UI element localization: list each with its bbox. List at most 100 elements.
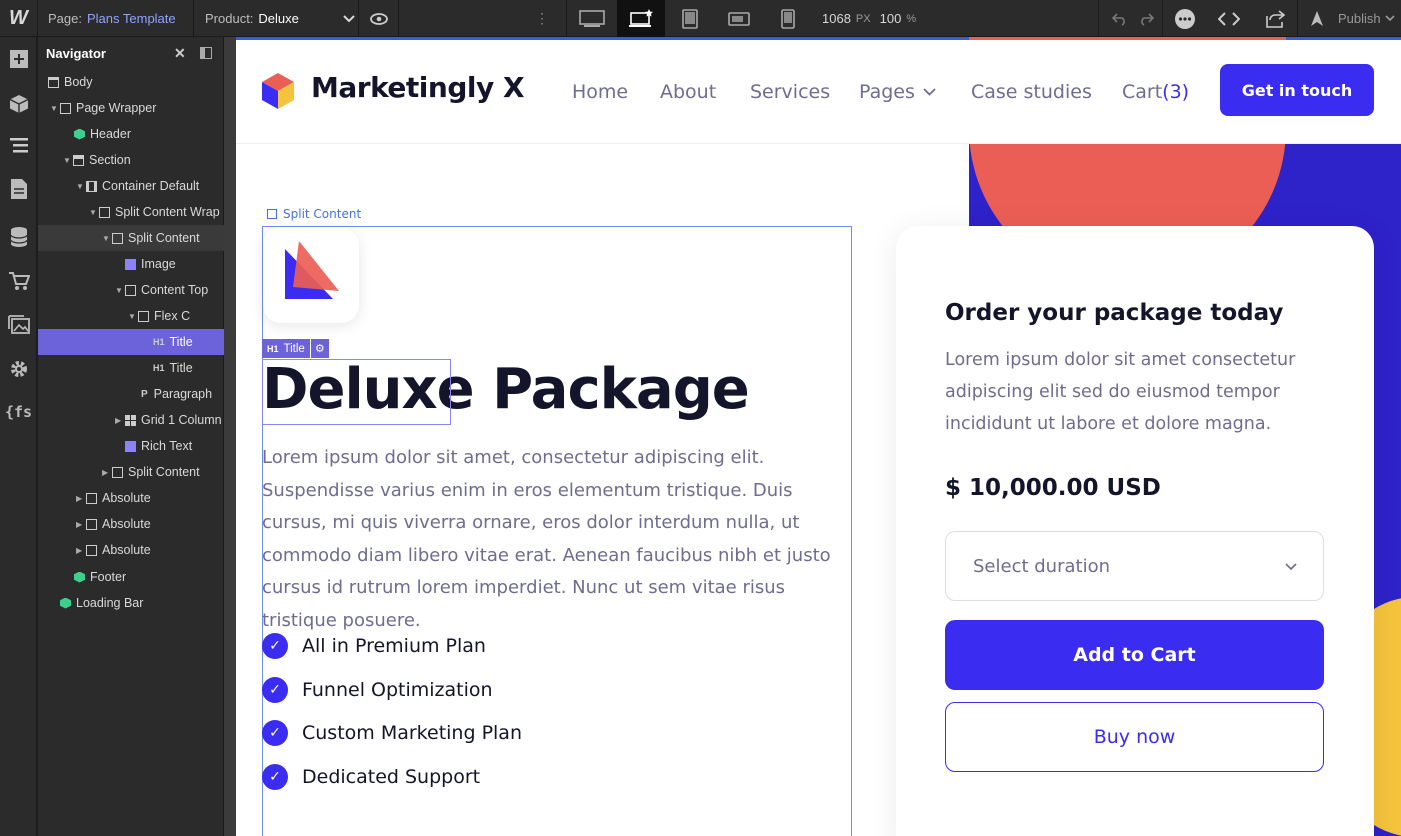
nav-link-services[interactable]: Services [750,81,830,103]
nav-item-header[interactable]: Header [38,121,224,147]
add-to-cart-button[interactable]: Add to Cart [945,620,1324,690]
get-in-touch-button[interactable]: Get in touch [1220,64,1374,116]
nav-item-title-selected[interactable]: H1 Title [38,329,224,355]
nav-item-paragraph[interactable]: P Paragraph [38,381,224,407]
product-image[interactable] [263,227,359,323]
pages-icon[interactable] [0,171,37,207]
divider [1162,0,1163,37]
element-settings-gear-icon[interactable]: ⚙ [310,339,329,358]
add-panel-icon[interactable] [0,41,37,77]
caret-right-icon[interactable]: ▶ [76,546,86,555]
nav-item-grid-1-column[interactable]: ▶ Grid 1 Column [38,407,224,433]
nav-item-label: Footer [90,570,127,584]
nav-item-title[interactable]: H1 Title [38,355,224,381]
nav-item-absolute[interactable]: ▶ Absolute [38,537,224,563]
buy-now-button[interactable]: Buy now [945,702,1324,772]
code-export-icon[interactable] [1212,0,1246,37]
caret-down-icon[interactable]: ▼ [128,312,138,321]
device-desktop-large-icon[interactable] [567,0,617,37]
caret-down-icon[interactable]: ▼ [89,208,99,217]
nav-item-body[interactable]: Body [38,69,224,95]
dock-panel-icon[interactable] [200,47,212,59]
nav-item-split-content-2[interactable]: ▶ Split Content [38,459,224,485]
caret-right-icon[interactable]: ▶ [76,494,86,503]
nav-link-home[interactable]: Home [572,81,628,103]
preview-eye-icon[interactable] [362,0,396,37]
nav-item-section[interactable]: ▼ Section [38,147,224,173]
brand-name[interactable]: Marketingly X [311,71,525,104]
nav-item-image[interactable]: Image [38,251,224,277]
canvas-width-value: 1068 [822,11,851,26]
nav-item-loading-bar[interactable]: Loading Bar [38,590,224,616]
site-header: Marketingly X Home About Services Pages … [236,40,1401,144]
nav-item-footer[interactable]: Footer [38,564,224,590]
nav-item-label: Grid 1 Column [141,413,222,427]
nav-item-rich-text[interactable]: Rich Text [38,433,224,459]
undo-icon[interactable] [1108,0,1132,37]
publish-button[interactable]: Publish [1308,0,1395,37]
product-price: $ 10,000.00 USD [945,475,1161,501]
zoom-value: 100 [879,11,902,26]
cms-database-icon[interactable] [0,219,37,255]
chevron-down-icon [1285,563,1297,571]
brand-logo-icon[interactable] [262,73,294,109]
caret-down-icon[interactable]: ▼ [63,156,73,165]
settings-gear-icon[interactable] [0,351,37,387]
nav-item-absolute[interactable]: ▶ Absolute [38,511,224,537]
check-circle-icon: ✓ [262,720,288,746]
webflow-logo-icon[interactable]: W [0,0,37,37]
nav-link-cart[interactable]: Cart(3) [1122,81,1189,103]
product-title-word[interactable]: Package [492,357,750,422]
heading-h1-icon: H1 [267,343,279,354]
design-canvas[interactable]: Marketingly X Home About Services Pages … [236,37,1401,836]
navigator-icon[interactable] [0,128,37,164]
product-selector[interactable]: Product: Deluxe [205,0,355,37]
caret-right-icon[interactable]: ▶ [76,520,86,529]
more-vertical-icon[interactable]: ⋮ [534,0,550,37]
nav-item-absolute[interactable]: ▶ Absolute [38,485,224,511]
caret-down-icon[interactable]: ▼ [115,286,125,295]
close-icon[interactable]: ✕ [174,45,186,62]
caret-right-icon[interactable]: ▶ [102,468,112,477]
nav-item-container-default[interactable]: ▼ Container Default [38,173,224,199]
nav-item-label: Split Content [128,465,200,479]
device-tablet-icon[interactable] [665,0,715,37]
nav-item-content-top[interactable]: ▼ Content Top [38,277,224,303]
finsweet-fs-icon[interactable]: {fs [0,394,37,430]
nav-item-split-content[interactable]: ▼ Split Content [38,225,224,251]
paragraph-icon: P [141,388,148,400]
ecommerce-cart-icon[interactable] [0,263,37,299]
component-icon [60,597,71,609]
divider [358,0,359,37]
nav-item-page-wrapper[interactable]: ▼ Page Wrapper [38,95,224,121]
nav-item-flex-c[interactable]: ▼ Flex C [38,303,224,329]
caret-down-icon[interactable]: ▼ [102,234,112,243]
device-mobile-portrait-icon[interactable] [763,0,813,37]
nav-link-case-studies[interactable]: Case studies [971,81,1092,103]
caret-down-icon[interactable]: ▼ [50,104,60,113]
caret-down-icon[interactable]: ▼ [76,182,86,191]
divider [398,0,399,37]
selected-element-tag[interactable]: H1 Title ⚙ [262,339,329,358]
canvas-width-unit: PX [855,12,871,25]
nav-item-label: Content Top [141,283,209,297]
more-options-icon[interactable] [1168,0,1202,37]
caret-right-icon[interactable]: ▶ [115,416,125,425]
navigator-panel: Navigator ✕ Body ▼ Page Wrapper Header ▼ S… [38,37,224,836]
share-icon[interactable] [1258,0,1292,37]
nav-dropdown-pages[interactable]: Pages [859,81,936,103]
assets-icon[interactable] [0,307,37,343]
nav-item-split-content-wrap[interactable]: ▼ Split Content Wrap [38,199,224,225]
navigator-title: Navigator [46,45,106,61]
element-box-icon [86,492,97,504]
element-box-icon [112,466,123,478]
duration-select[interactable]: Select duration [945,531,1324,601]
page-selector[interactable]: Page: Plans Template [48,0,176,37]
nav-link-about[interactable]: About [660,81,716,103]
redo-icon[interactable] [1134,0,1158,37]
symbols-cube-icon[interactable] [0,86,37,122]
device-desktop-base-icon[interactable] [617,0,665,37]
nav-item-label: Absolute [102,517,151,531]
zoom-unit: % [906,12,917,25]
device-mobile-landscape-icon[interactable] [715,0,763,37]
